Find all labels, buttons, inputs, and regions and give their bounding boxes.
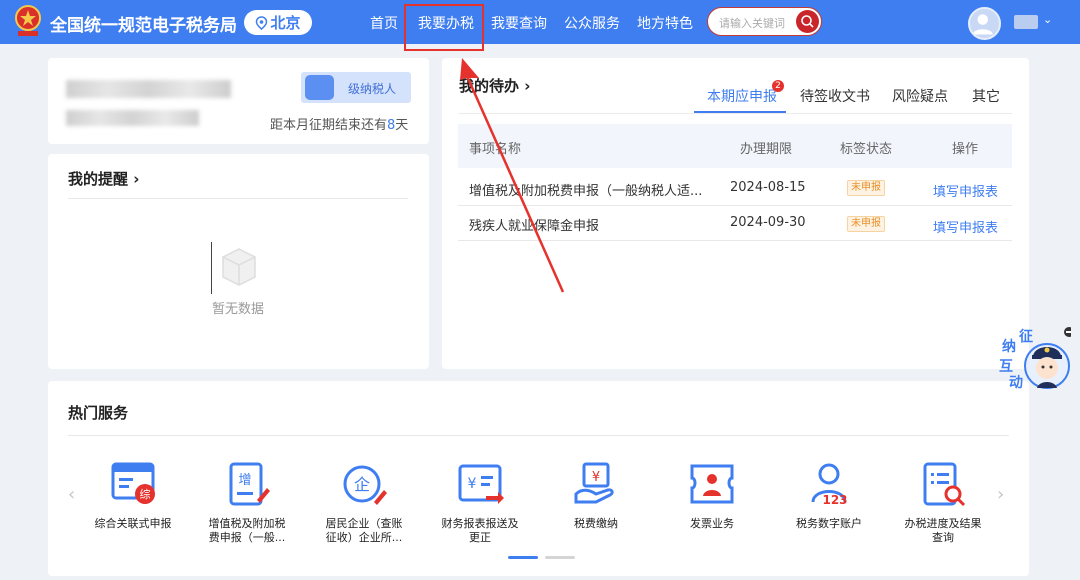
site-title[interactable]: 全国统一规范电子税务局 [50, 11, 237, 36]
reminders-divider [68, 198, 408, 199]
company-name-blurred [66, 80, 231, 98]
service-tax-payment[interactable]: ¥ 税费缴纳 [541, 460, 651, 531]
city-selector[interactable]: 北京 [244, 10, 312, 35]
column-header-status: 标签状态 [840, 142, 893, 157]
nav-public-service[interactable]: 公众服务 [564, 13, 620, 33]
empty-box-icon [222, 248, 256, 286]
search-button[interactable] [796, 10, 819, 33]
carousel-dot-active[interactable] [508, 556, 538, 559]
tax-id-blurred [66, 110, 199, 126]
service-label: 财务报表报送及 [441, 517, 519, 530]
service-invoice[interactable]: 发票业务 [657, 460, 767, 531]
tab-current-declaration[interactable]: 本期应申报 [707, 86, 777, 106]
taxpayer-type-badge: 级纳税人 [301, 72, 411, 103]
widget-char: 动 [1009, 375, 1023, 391]
reminders-title[interactable]: 我的提醒 › [68, 168, 139, 189]
table-header [458, 124, 1012, 168]
tab-risk-doubts[interactable]: 风险疑点 [892, 86, 948, 106]
service-comprehensive-report[interactable]: 综 综合关联式申报 [78, 460, 188, 531]
nav-highlight-box [404, 4, 484, 51]
row-item-name: 增值税及附加税费申报（一般纳税人适... [469, 184, 703, 199]
svg-text:123: 123 [822, 493, 847, 507]
svg-text:综: 综 [140, 487, 151, 501]
service-label: 居民企业（查账 [325, 517, 403, 530]
widget-char: 征 [1019, 329, 1033, 345]
tax-interaction-widget[interactable]: 征 纳 互 动 [999, 326, 1074, 392]
invoice-icon [690, 464, 734, 504]
empty-data-label: 暂无数据 [212, 302, 265, 317]
row-deadline: 2024-08-15 [730, 180, 806, 195]
service-enterprise-income-tax[interactable]: 企 居民企业（查账 征收）企业所... [309, 460, 419, 545]
status-badge: 未申报 [847, 216, 885, 232]
tax-period-countdown: 距本月征期结束还有8天 [270, 118, 409, 133]
tabs-divider [458, 113, 1012, 114]
row-item-name: 残疾人就业保障金申报 [469, 219, 600, 234]
svg-text:增: 增 [238, 473, 251, 488]
todo-title[interactable]: 我的待办 › [459, 75, 530, 96]
text-cursor [211, 242, 212, 294]
tab-others[interactable]: 其它 [972, 86, 1000, 106]
comprehensive-report-icon: 综 [111, 462, 155, 504]
column-header-deadline: 办理期限 [740, 142, 793, 157]
carousel-dot[interactable] [545, 556, 575, 559]
user-avatar[interactable] [968, 7, 1001, 40]
location-pin-icon [256, 15, 268, 30]
service-label: 综合关联式申报 [94, 517, 172, 530]
fill-declaration-link[interactable]: 填写申报表 [933, 217, 998, 236]
nav-home[interactable]: 首页 [370, 13, 398, 33]
service-digital-account[interactable]: 123 税务数字账户 [774, 460, 884, 531]
service-vat-report[interactable]: 增 增值税及附加税 费申报（一般... [192, 460, 302, 545]
nav-query[interactable]: 我要查询 [491, 13, 547, 33]
service-label: 发票业务 [690, 517, 734, 530]
enterprise-tax-icon: 企 [343, 465, 387, 505]
vat-report-icon: 增 [229, 462, 270, 506]
service-label: 办税进度及结果 [904, 517, 982, 530]
row-divider [458, 205, 1012, 206]
service-label: 增值税及附加税 [208, 517, 286, 530]
user-name-blurred[interactable] [1014, 15, 1038, 29]
status-badge: 未申报 [847, 180, 885, 196]
column-header-item: 事项名称 [469, 142, 522, 157]
column-header-action: 操作 [952, 142, 979, 157]
search-icon [801, 15, 814, 28]
nav-local-feature[interactable]: 地方特色 [637, 13, 693, 33]
progress-query-icon [923, 462, 966, 507]
chevron-right-icon[interactable]: › [997, 484, 1004, 505]
taxpayer-type-label: 级纳税人 [348, 82, 397, 96]
chevron-left-icon[interactable]: ‹ [68, 484, 75, 505]
digital-account-icon: 123 [811, 463, 848, 507]
national-emblem-icon [15, 5, 41, 36]
tax-payment-icon: ¥ [574, 462, 614, 504]
service-label: 税费缴纳 [574, 517, 618, 530]
search-box[interactable]: 请输入关键词 [707, 7, 822, 36]
svg-text:¥: ¥ [592, 470, 600, 485]
svg-text:企: 企 [354, 475, 370, 494]
financial-statement-icon: ¥ [458, 464, 504, 504]
row-deadline: 2024-09-30 [730, 215, 806, 230]
svg-text:¥: ¥ [468, 476, 477, 492]
city-label: 北京 [270, 14, 301, 32]
top-navigation-bar: 全国统一规范电子税务局 北京 首页 我要办税 我要查询 公众服务 地方特色 请输… [0, 0, 1080, 44]
tab-documents-to-sign[interactable]: 待签收文书 [800, 86, 870, 106]
fill-declaration-link[interactable]: 填写申报表 [933, 181, 998, 200]
user-icon [972, 14, 993, 35]
taxpayer-icon [305, 75, 334, 100]
hot-services-divider [68, 435, 1009, 436]
service-financial-statement[interactable]: ¥ 财务报表报送及 更正 [425, 460, 535, 545]
chevron-down-icon[interactable]: ⌄ [1043, 13, 1052, 26]
row-divider [458, 240, 1012, 241]
search-placeholder: 请输入关键词 [719, 17, 785, 30]
hot-services-title: 热门服务 [68, 404, 129, 422]
todo-count-badge: 2 [772, 80, 784, 92]
widget-char: 纳 [1002, 339, 1016, 355]
service-progress-query[interactable]: 办税进度及结果 查询 [888, 460, 998, 545]
service-label: 税务数字账户 [796, 517, 862, 530]
